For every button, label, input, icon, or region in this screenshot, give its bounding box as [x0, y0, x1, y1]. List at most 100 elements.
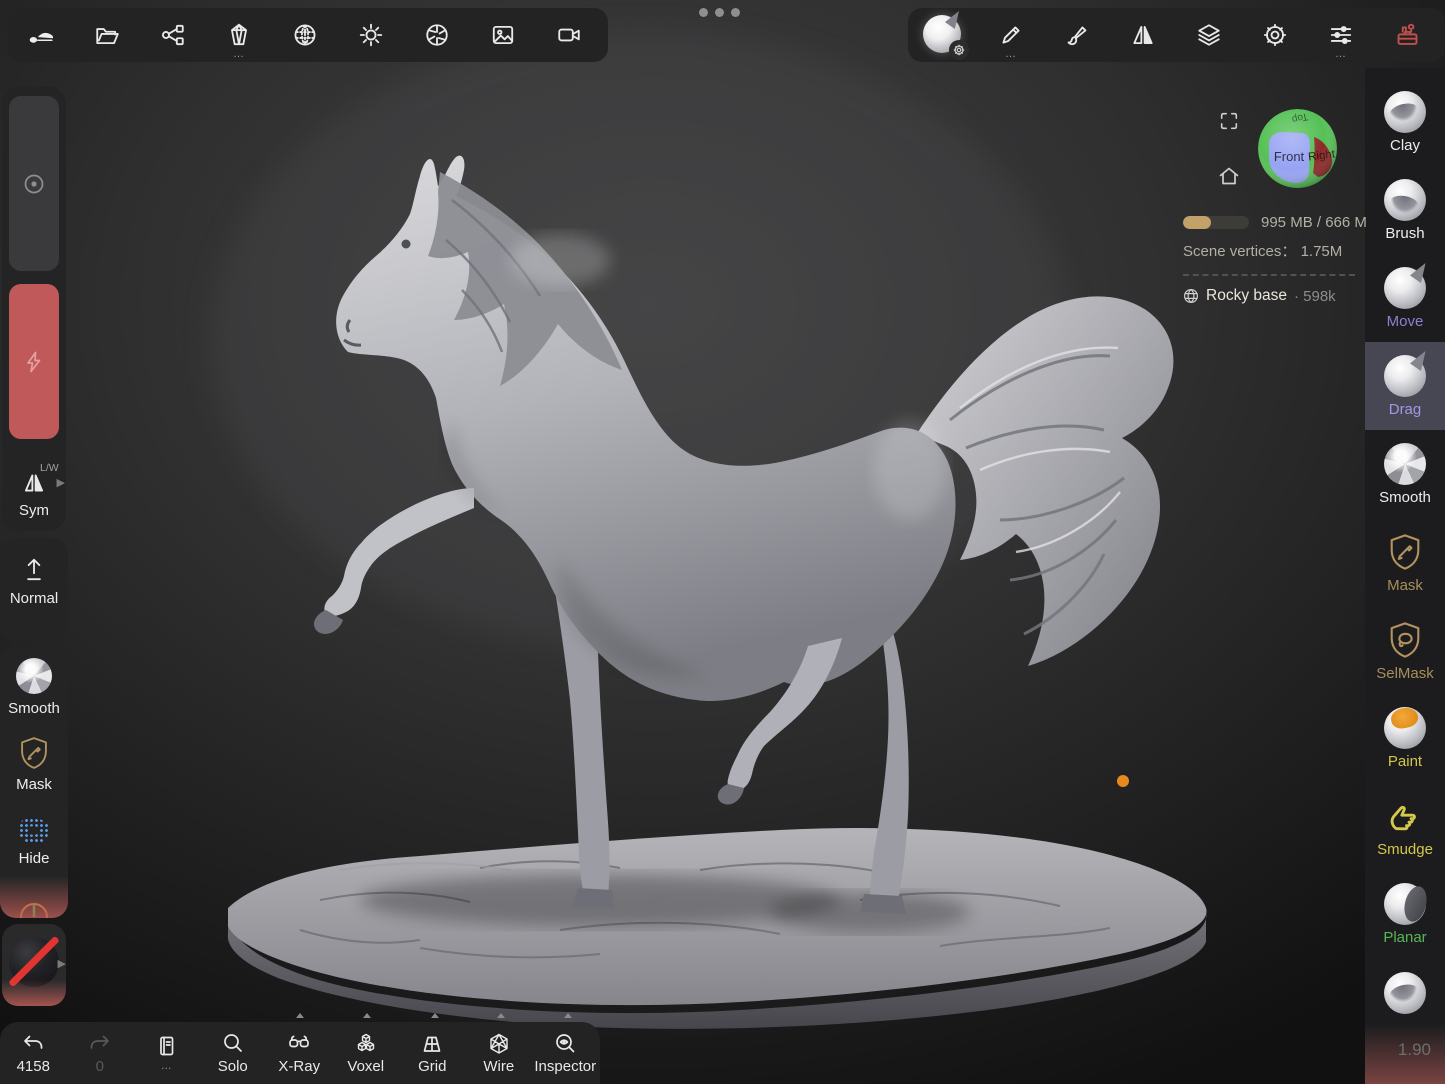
falloff-panel: Normal	[0, 538, 68, 640]
viewport-zoom-value: 1.90	[1398, 1040, 1431, 1060]
memory-text: 995 MB / 666 M	[1261, 214, 1367, 231]
toolbox-button[interactable]	[1374, 8, 1440, 62]
intensity-slider[interactable]	[9, 284, 59, 439]
sculpt-viewport[interactable]	[0, 0, 1445, 1084]
tool-mask[interactable]: Mask	[1365, 518, 1445, 606]
grid-label: Grid	[418, 1059, 446, 1074]
gear-icon	[1262, 22, 1288, 48]
object-name: Rocky base	[1206, 287, 1287, 305]
radius-slider[interactable]	[9, 96, 59, 271]
painting-button[interactable]	[1044, 8, 1110, 62]
tool-drag[interactable]: Drag	[1365, 342, 1445, 430]
quick-mask-label: Mask	[0, 776, 68, 793]
object-row[interactable]: Rocky base · 598k	[1183, 287, 1359, 305]
memory-row: 995 MB / 666 M	[1183, 214, 1359, 231]
topology-button[interactable]	[272, 8, 338, 62]
settings-button[interactable]	[1242, 8, 1308, 62]
tool-paint[interactable]: Paint	[1365, 694, 1445, 782]
tool-smooth[interactable]: Smooth	[1365, 430, 1445, 518]
scene-graph-button[interactable]	[140, 8, 206, 62]
material-matcap-icon	[923, 15, 963, 55]
material-button[interactable]	[908, 8, 978, 62]
tool-brush[interactable]: Brush	[1365, 166, 1445, 254]
planar-sphere-icon	[1384, 883, 1426, 925]
mirror-button[interactable]	[1110, 8, 1176, 62]
parameters-button[interactable]: …	[1308, 8, 1374, 62]
tool-planar[interactable]: Planar	[1365, 870, 1445, 958]
app-menu-button[interactable]	[8, 8, 74, 62]
scene-vertices-label: Scene vertices：	[1183, 243, 1296, 260]
video-camera-icon	[556, 22, 582, 48]
primitive-button[interactable]: …	[206, 8, 272, 62]
tool-clay[interactable]: Clay	[1365, 78, 1445, 166]
wire-caret-icon	[497, 1013, 505, 1018]
tool-label: SelMask	[1376, 666, 1434, 681]
falloff-normal-button[interactable]: Normal	[0, 556, 68, 607]
xray-caret-icon	[296, 1013, 304, 1018]
lightning-icon	[22, 350, 46, 374]
notes-button[interactable]: …	[133, 1022, 200, 1084]
panel-bottom-glow	[2, 980, 66, 1006]
tool-selmask[interactable]: SelMask	[1365, 606, 1445, 694]
redo-button[interactable]: 0	[67, 1022, 134, 1084]
redo-arrow-icon	[88, 1032, 112, 1056]
xray-button[interactable]: X-Ray	[266, 1022, 333, 1084]
move-sphere-icon	[1384, 267, 1426, 309]
inspector-label: Inspector	[534, 1059, 596, 1074]
solo-button[interactable]: Solo	[200, 1022, 267, 1084]
xray-label: X-Ray	[278, 1059, 320, 1074]
mask-shield-icon	[19, 736, 49, 770]
postprocess-button[interactable]	[404, 8, 470, 62]
layers-button[interactable]	[1176, 8, 1242, 62]
quick-smooth-button[interactable]: Smooth	[0, 658, 68, 717]
layers-icon	[1196, 22, 1222, 48]
camera-button[interactable]	[536, 8, 602, 62]
redo-count: 0	[96, 1059, 104, 1074]
drag-sphere-icon	[1384, 355, 1426, 397]
inspector-button[interactable]: Inspector	[532, 1022, 599, 1084]
voxel-button[interactable]: Voxel	[333, 1022, 400, 1084]
tool-smudge[interactable]: Smudge	[1365, 782, 1445, 870]
object-vertex-count: · 598k	[1294, 288, 1336, 305]
fullscreen-button[interactable]	[1218, 110, 1240, 137]
wireframe-icon	[487, 1032, 511, 1056]
inspector-eye-icon	[553, 1032, 577, 1056]
inspector-caret-icon	[564, 1013, 572, 1018]
brush-sphere-icon	[1384, 179, 1426, 221]
scene-graph-icon	[160, 22, 186, 48]
falloff-label: Normal	[0, 590, 68, 607]
symmetry-expand-arrow[interactable]: ▶	[57, 476, 65, 489]
primitive-gem-icon	[226, 22, 252, 48]
top-right-toolbar: … …	[908, 8, 1445, 62]
mirror-triangle-icon	[1130, 22, 1156, 48]
image-icon	[490, 22, 516, 48]
notes-more-dots: …	[161, 1061, 172, 1072]
quick-mask-button[interactable]: Mask	[0, 736, 68, 793]
toolbox-icon	[1394, 22, 1421, 49]
voxel-cubes-icon	[354, 1032, 378, 1056]
stroke-more-dots: …	[1005, 49, 1017, 60]
tool-move[interactable]: Move	[1365, 254, 1445, 342]
files-button[interactable]	[74, 8, 140, 62]
voxel-label: Voxel	[347, 1059, 384, 1074]
grid-button[interactable]: Grid	[399, 1022, 466, 1084]
memory-bar	[1183, 216, 1249, 229]
wire-button[interactable]: Wire	[466, 1022, 533, 1084]
stroke-button[interactable]: …	[978, 8, 1044, 62]
quick-hide-button[interactable]: Hide	[0, 818, 68, 867]
selmask-shield-icon	[1388, 619, 1422, 661]
aperture-icon	[424, 22, 450, 48]
background-image-button[interactable]	[470, 8, 536, 62]
smooth-sphere-icon	[1384, 443, 1426, 485]
home-view-button[interactable]	[1217, 164, 1241, 193]
wire-sphere-icon	[1183, 288, 1199, 304]
lighting-button[interactable]	[338, 8, 404, 62]
quick-tools-panel: Smooth Mask Hide	[0, 646, 68, 918]
tool-partial-next[interactable]	[1365, 958, 1445, 1028]
undo-button[interactable]: 4158	[0, 1022, 67, 1084]
mask-shield-icon	[1388, 531, 1422, 573]
alpha-expand-arrow[interactable]: ▶	[58, 957, 66, 970]
navigation-sphere[interactable]: Front Right Top	[1257, 108, 1338, 189]
alpha-texture-panel[interactable]: ▶	[2, 924, 66, 1006]
multitask-indicator	[699, 8, 740, 17]
